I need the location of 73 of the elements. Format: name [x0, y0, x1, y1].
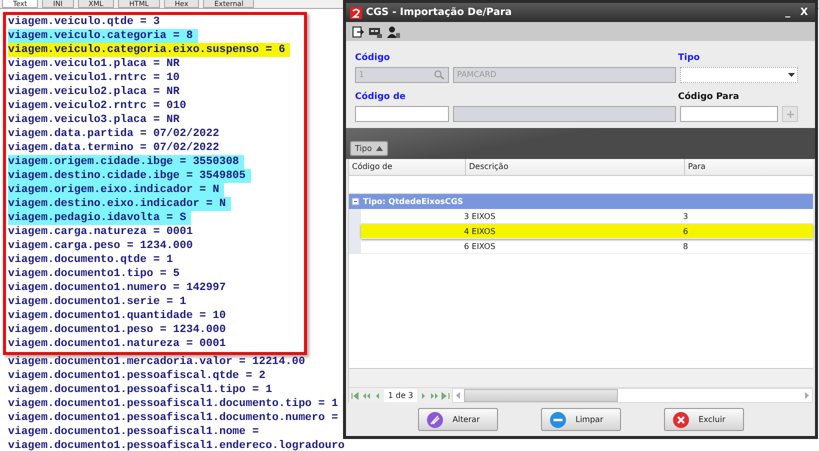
code-line: viagem.carga.natureza = 0001: [8, 225, 194, 239]
code-line: viagem.documento1.pessoafiscal1.documento.numero =: [8, 411, 340, 425]
sort-up-icon: [376, 146, 383, 151]
column-header[interactable]: Para: [685, 159, 813, 175]
plus-icon: [786, 110, 794, 118]
table-cell-text: 8: [683, 241, 690, 253]
minimize-button[interactable]: _: [782, 7, 794, 18]
code-line: viagem.documento1.pessoafiscal.qtde = 2: [8, 369, 266, 383]
code-line: viagem.documento1.natureza = 0001: [8, 337, 227, 351]
code-line: viagem.documento1.pessoafiscal1.documento.tipo = 1: [8, 397, 340, 411]
input-field[interactable]: [680, 106, 778, 122]
exit-icon[interactable]: [352, 26, 364, 38]
code-line: viagem.data.termino = 07/02/2022: [8, 141, 220, 155]
horizontal-scrollbar[interactable]: [452, 388, 813, 403]
action-button[interactable]: Excluir: [664, 408, 744, 431]
group-chip[interactable]: Tipo: [350, 141, 388, 156]
code-line: viagem.veiculo1.placa = NR: [8, 57, 181, 71]
field-label: Código: [355, 52, 391, 65]
minus-icon: [550, 412, 566, 428]
code-line: viagem.veiculo.qtde = 3: [8, 15, 161, 29]
column-header[interactable]: Código de: [349, 159, 466, 175]
code-line: viagem.documento1.serie = 1: [8, 295, 188, 309]
code-line: viagem.documento1.mercadoria.valor = 12214.00: [8, 355, 306, 369]
column-header[interactable]: Descrição: [466, 159, 685, 175]
code-line: viagem.documento1.peso = 1234.000: [8, 323, 227, 337]
row-indent: [349, 239, 361, 254]
field-label: Tipo: [678, 52, 700, 65]
code-line: viagem.documento1.pessoafiscal1.endereco.logradouro: [8, 439, 346, 451]
type-dropdown[interactable]: [680, 67, 798, 83]
page-indicator: 1 de 3: [384, 389, 418, 402]
first-page-icon[interactable]: [351, 392, 360, 400]
last-page-icon[interactable]: [441, 392, 450, 400]
fast-forward-icon[interactable]: [430, 392, 440, 400]
code-line: viagem.documento1.quantidade = 10: [8, 309, 227, 323]
code-line: viagem.carga.peso = 1234.000: [8, 239, 194, 253]
action-button[interactable]: Limpar: [540, 408, 620, 431]
close-button[interactable]: X: [797, 7, 811, 18]
dropdown-arrow-icon: [788, 73, 795, 77]
rewind-icon[interactable]: [362, 392, 371, 400]
code-line: viagem.data.partida = 07/02/2022: [8, 127, 220, 141]
table-cell-text: 4 EIXOS: [464, 226, 496, 238]
table-cell-text: 6 EIXOS: [464, 241, 496, 253]
card-icon[interactable]: [369, 26, 382, 38]
delete-icon: [672, 412, 688, 428]
code-line: viagem.veiculo1.rntrc = 10: [8, 71, 181, 85]
code-line: viagem.documento1.tipo = 5: [8, 267, 181, 281]
pen-icon: [426, 412, 442, 428]
user-icon[interactable]: [387, 26, 400, 38]
input-field[interactable]: [355, 106, 449, 122]
field-label: Código de: [355, 90, 407, 104]
window-title: CGS - Importação De/Para: [366, 7, 512, 18]
field-label: Código Para: [678, 90, 740, 104]
table-cell-text: 3: [683, 211, 690, 223]
add-button[interactable]: [782, 106, 798, 122]
table-row[interactable]: 4 EIXOS 6: [361, 224, 813, 239]
code-line: viagem.veiculo2.rntrc = 010: [8, 99, 188, 113]
code-line: viagem.documento.qtde = 1: [8, 253, 174, 267]
scroll-right-icon: [804, 392, 809, 399]
action-button[interactable]: Alterar: [418, 408, 498, 431]
row-indent: [349, 209, 361, 224]
scroll-left-icon: [456, 392, 462, 399]
app-logo-icon: [350, 6, 362, 18]
scroll-thumb[interactable]: [464, 389, 618, 402]
code-line: viagem.documento1.pessoafiscal1.tipo = 1: [8, 383, 274, 397]
table-row[interactable]: 6 EIXOS 8: [361, 239, 813, 254]
code-line: viagem.documento1.pessoafiscal1.nome =: [8, 425, 260, 439]
table-cell-text: 6: [683, 226, 690, 238]
code-line: viagem.veiculo3.placa = NR: [8, 113, 181, 127]
name-field: PAMCARD: [453, 67, 676, 83]
search-icon: [434, 70, 445, 80]
code-line: viagem.documento1.numero = 142997: [8, 281, 227, 295]
code-line: viagem.veiculo2.placa = NR: [8, 85, 181, 99]
table-cell-text: 3 EIXOS: [464, 211, 496, 223]
